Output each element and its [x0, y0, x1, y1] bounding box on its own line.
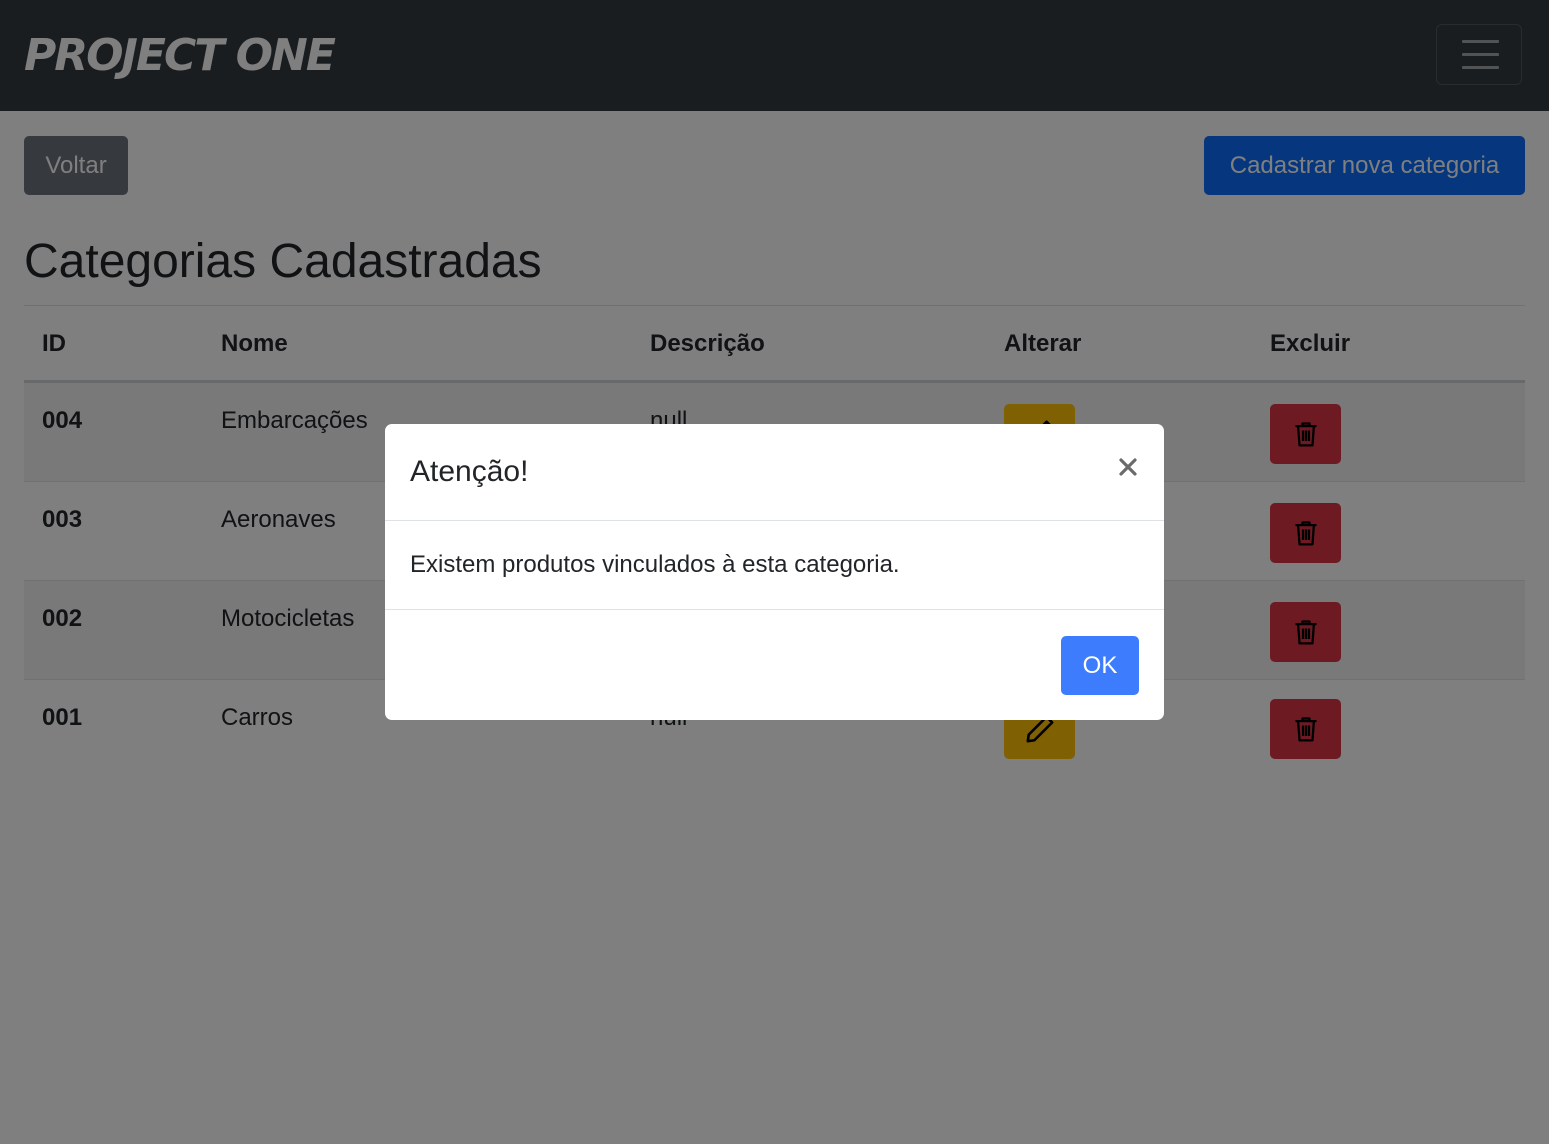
alert-modal: Atenção! Existem produtos vinculados à e…: [385, 424, 1164, 720]
modal-close-button[interactable]: [1113, 452, 1143, 482]
page: PROJECT ONE Voltar Cadastrar nova catego…: [0, 0, 1549, 1144]
ok-button[interactable]: OK: [1061, 636, 1139, 695]
modal-header-divider: [385, 520, 1164, 521]
close-icon: [1119, 458, 1137, 476]
modal-title: Atenção!: [410, 455, 529, 488]
modal-message: Existem produtos vinculados à esta categ…: [410, 551, 900, 578]
modal-footer-divider: [385, 609, 1164, 610]
